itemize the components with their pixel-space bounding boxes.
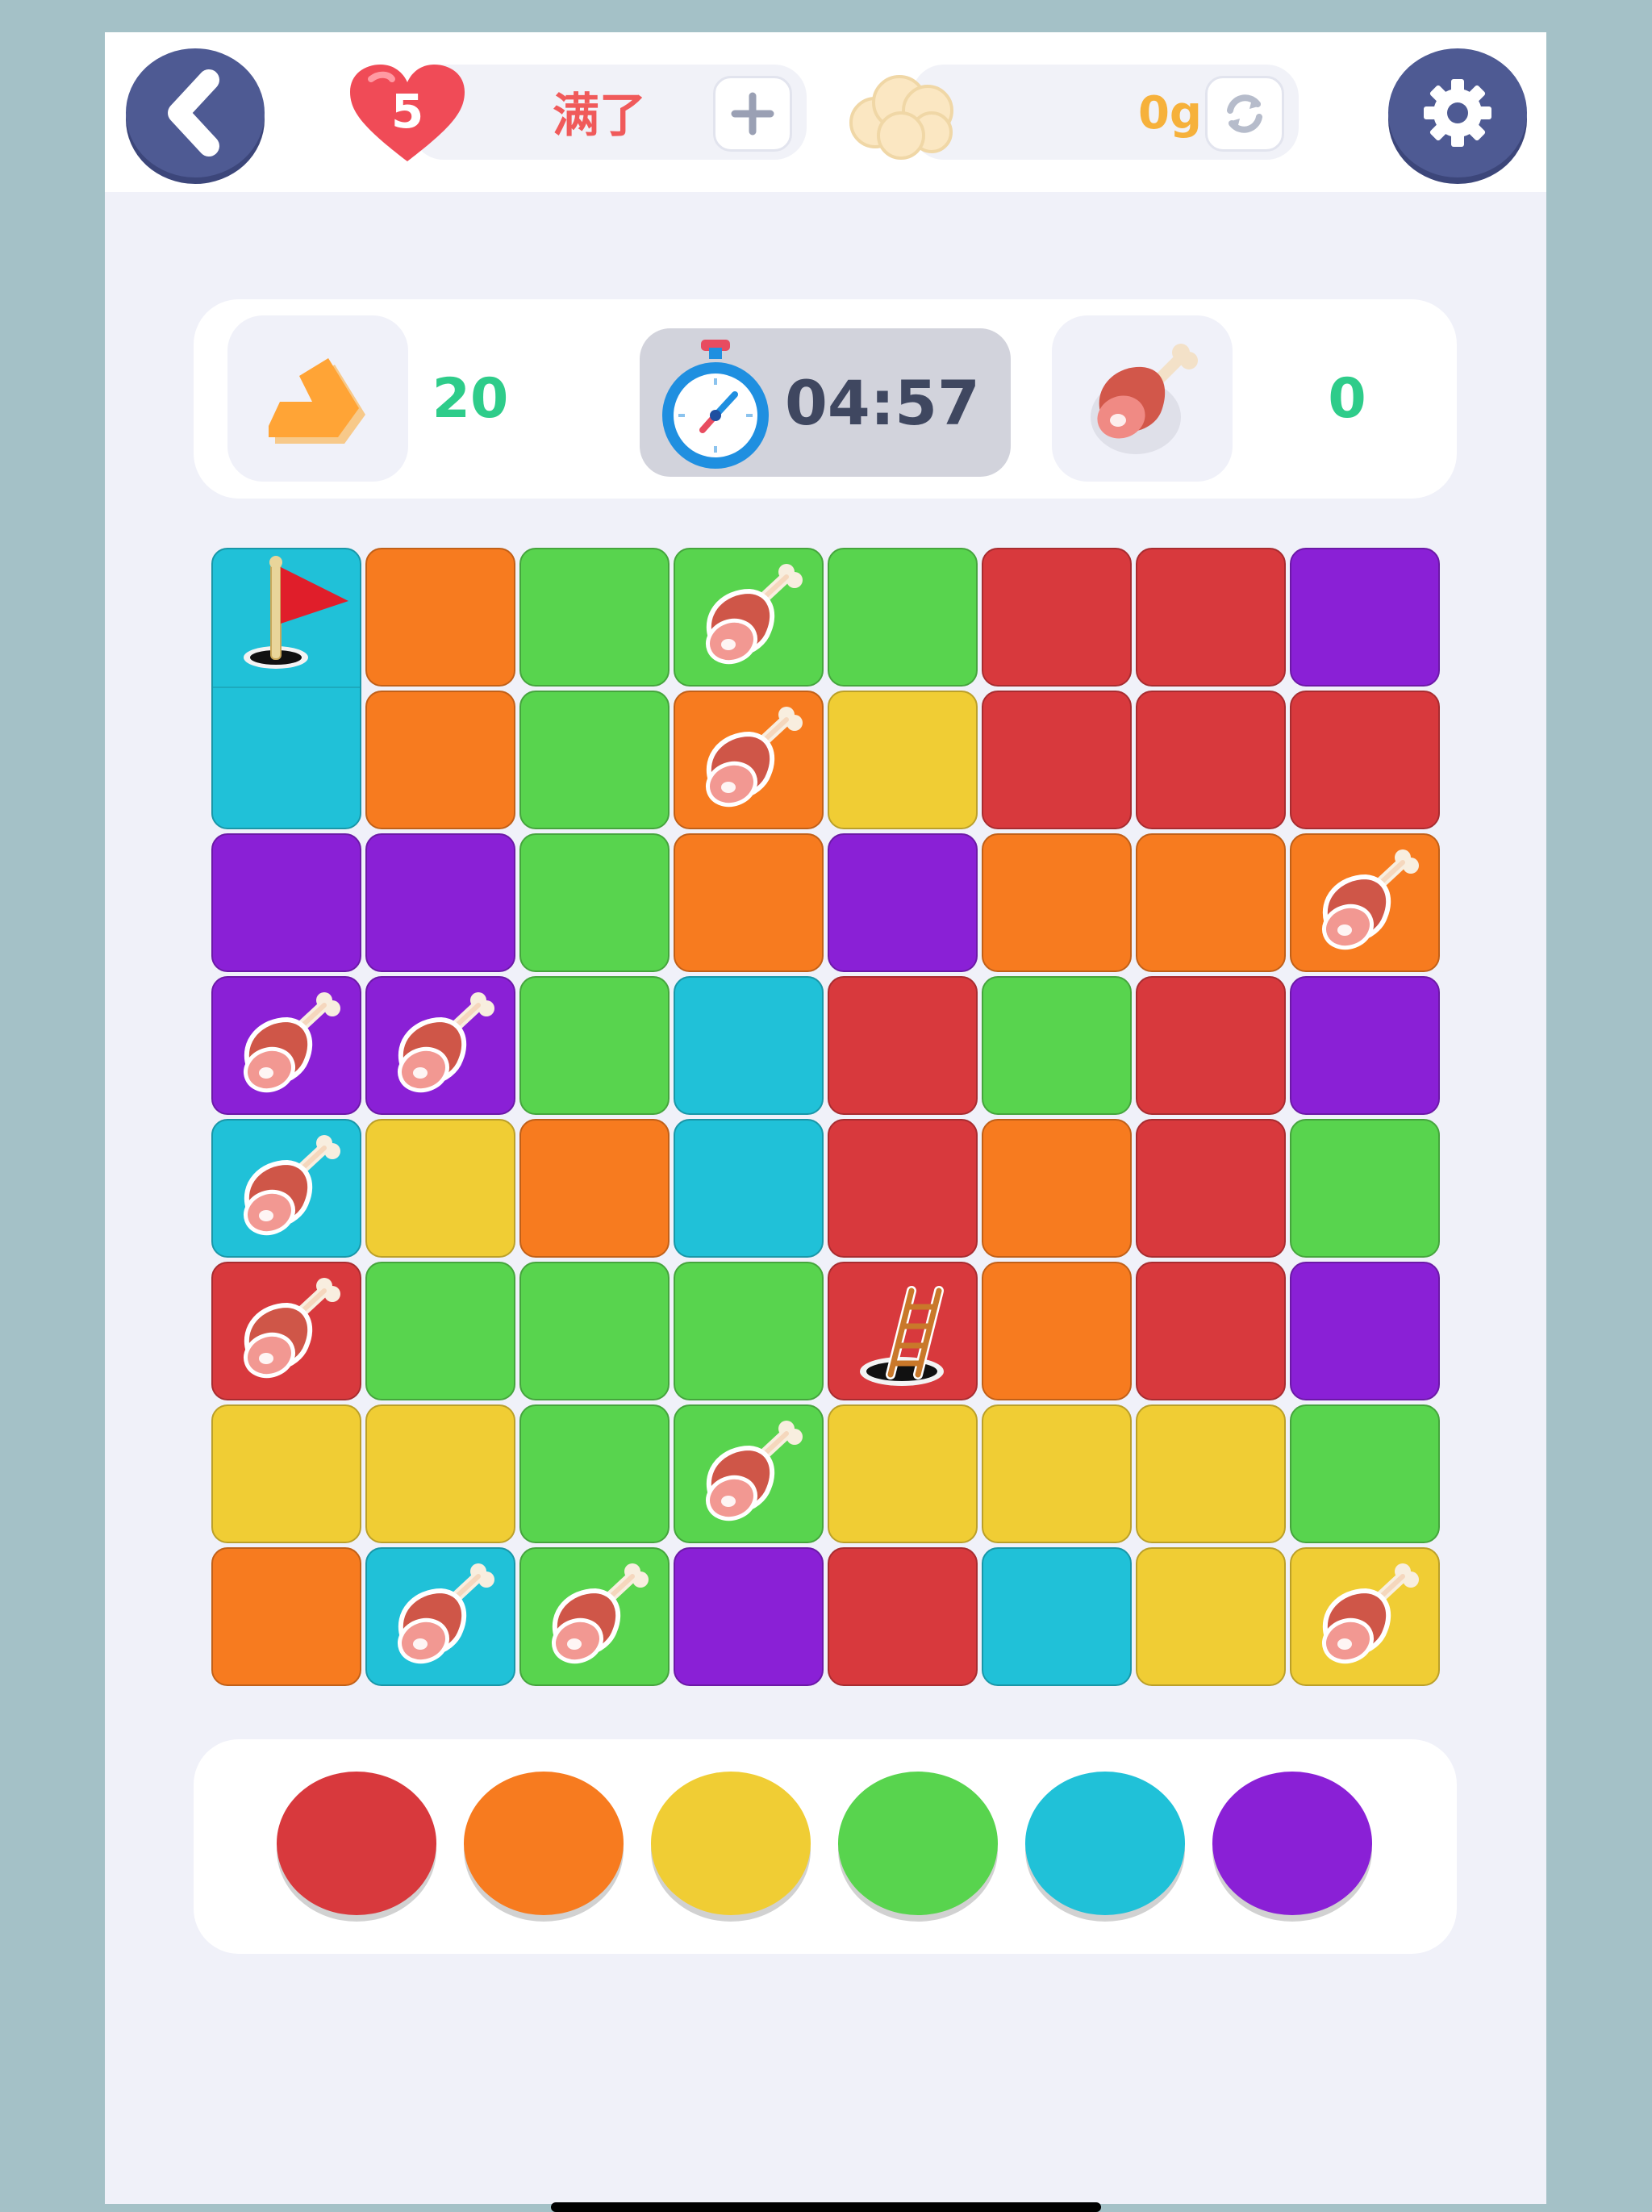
gear-icon <box>1424 79 1491 147</box>
color-button-green[interactable] <box>838 1772 998 1915</box>
meat-icon <box>674 691 824 829</box>
meat-icon <box>365 976 515 1115</box>
cloud-icon <box>849 75 953 160</box>
board-cell-r7-c0 <box>211 1547 361 1686</box>
board-cell-r4-c5 <box>982 1119 1132 1258</box>
color-button-orange[interactable] <box>464 1772 624 1915</box>
board-cell-r0-c5 <box>982 548 1132 687</box>
game-screen: 5 满了 0g 20 04:57 0 <box>105 32 1546 2212</box>
board-cell-r2-c3 <box>674 833 824 972</box>
refresh-icon <box>1227 94 1262 133</box>
board-cell-r6-c1 <box>365 1404 515 1543</box>
board-cell-r5-c1 <box>365 1262 515 1400</box>
flag-icon <box>211 548 361 687</box>
board-cell-r2-c4 <box>828 833 978 972</box>
cloud-badge <box>843 66 964 163</box>
meat-icon <box>1290 833 1440 972</box>
board-cell-r4-c1 <box>365 1119 515 1258</box>
plus-icon <box>731 92 774 136</box>
board-cell-r6-c6 <box>1136 1404 1286 1543</box>
add-lives-button[interactable] <box>713 76 792 152</box>
board-cell-r5-c6 <box>1136 1262 1286 1400</box>
board-cell-r5-c2 <box>519 1262 670 1400</box>
board-cell-r7-c4 <box>828 1547 978 1686</box>
color-palette <box>194 1739 1457 1954</box>
board-cell-r0-c7 <box>1290 548 1440 687</box>
color-button-red[interactable] <box>277 1772 436 1915</box>
color-button-yellow[interactable] <box>651 1772 811 1915</box>
board-cell-r4-c3 <box>674 1119 824 1258</box>
meat-icon <box>1091 344 1198 454</box>
board-cell-r0-c2 <box>519 548 670 687</box>
board-cell-r4-c6 <box>1136 1119 1286 1258</box>
board-cell-r6-c0 <box>211 1404 361 1543</box>
meat-icon-tile <box>1052 315 1233 482</box>
board-cell-r1-c4 <box>828 691 978 829</box>
meat-icon <box>365 1547 515 1686</box>
board-cell-r0-c6 <box>1136 548 1286 687</box>
moves-icon-tile <box>227 315 408 482</box>
stopwatch-icon <box>662 340 769 469</box>
board-cell-r4-c2 <box>519 1119 670 1258</box>
lives-status: 满了 <box>552 88 646 143</box>
board-cell-r7-c5 <box>982 1547 1132 1686</box>
board-cell-r0-c4 <box>828 548 978 687</box>
meat-icon <box>674 1404 824 1543</box>
timer-box: 04:57 <box>640 328 1011 477</box>
board-cell-r4-c7 <box>1290 1119 1440 1258</box>
meat-icon <box>1290 1547 1440 1686</box>
board-cell-r6-c4 <box>828 1404 978 1543</box>
board-cell-r2-c5 <box>982 833 1132 972</box>
board-cell-r6-c5 <box>982 1404 1132 1543</box>
grams-value: 0g <box>1137 86 1202 140</box>
lives-heart: 5 <box>347 63 468 168</box>
stats-panel: 20 04:57 0 <box>194 299 1457 499</box>
board-cell-r0-c1 <box>365 548 515 687</box>
meat-icon <box>674 548 824 687</box>
board-cell-r2-c1 <box>365 833 515 972</box>
board-cell-r2-c2 <box>519 833 670 972</box>
board-cell-r3-c3 <box>674 976 824 1115</box>
settings-button[interactable] <box>1388 48 1527 177</box>
board-cell-r3-c7 <box>1290 976 1440 1115</box>
back-button[interactable] <box>126 48 265 177</box>
board-cell-r3-c5 <box>982 976 1132 1115</box>
board-cell-r1-c5 <box>982 691 1132 829</box>
board-cell-r1-c6 <box>1136 691 1286 829</box>
board-cell-r2-c6 <box>1136 833 1286 972</box>
board-cell-r3-c2 <box>519 976 670 1115</box>
board-cell-r3-c4 <box>828 976 978 1115</box>
ladder-icon <box>828 1262 978 1400</box>
game-board <box>211 548 1441 1687</box>
timer-value: 04:57 <box>785 366 980 439</box>
refresh-button[interactable] <box>1205 76 1284 152</box>
board-cell-r3-c6 <box>1136 976 1286 1115</box>
board-cell-r4-c4 <box>828 1119 978 1258</box>
meat-count: 0 <box>1328 366 1366 431</box>
meat-icon <box>211 1262 361 1400</box>
board-cell-r2-c0 <box>211 833 361 972</box>
moves-count: 20 <box>432 366 509 431</box>
meat-icon <box>211 976 361 1115</box>
board-cell-r7-c6 <box>1136 1547 1286 1686</box>
board-cell-r1-c7 <box>1290 691 1440 829</box>
top-bar: 5 满了 0g <box>105 32 1546 192</box>
board-cell-r1-c1 <box>365 691 515 829</box>
board-cell-r1-c2 <box>519 691 670 829</box>
chevron-left-icon <box>168 69 219 157</box>
arrow-turn-icon <box>269 358 365 444</box>
board-cell-r5-c5 <box>982 1262 1132 1400</box>
board-cell-r6-c2 <box>519 1404 670 1543</box>
meat-icon <box>211 1119 361 1258</box>
board-cell-r7-c3 <box>674 1547 824 1686</box>
cell-seam <box>213 687 360 688</box>
color-button-cyan[interactable] <box>1025 1772 1185 1915</box>
lives-count: 5 <box>390 84 424 139</box>
color-button-purple[interactable] <box>1212 1772 1372 1915</box>
board-cell-r5-c3 <box>674 1262 824 1400</box>
board-cell-r6-c7 <box>1290 1404 1440 1543</box>
board-cell-r5-c7 <box>1290 1262 1440 1400</box>
meat-icon <box>519 1547 670 1686</box>
